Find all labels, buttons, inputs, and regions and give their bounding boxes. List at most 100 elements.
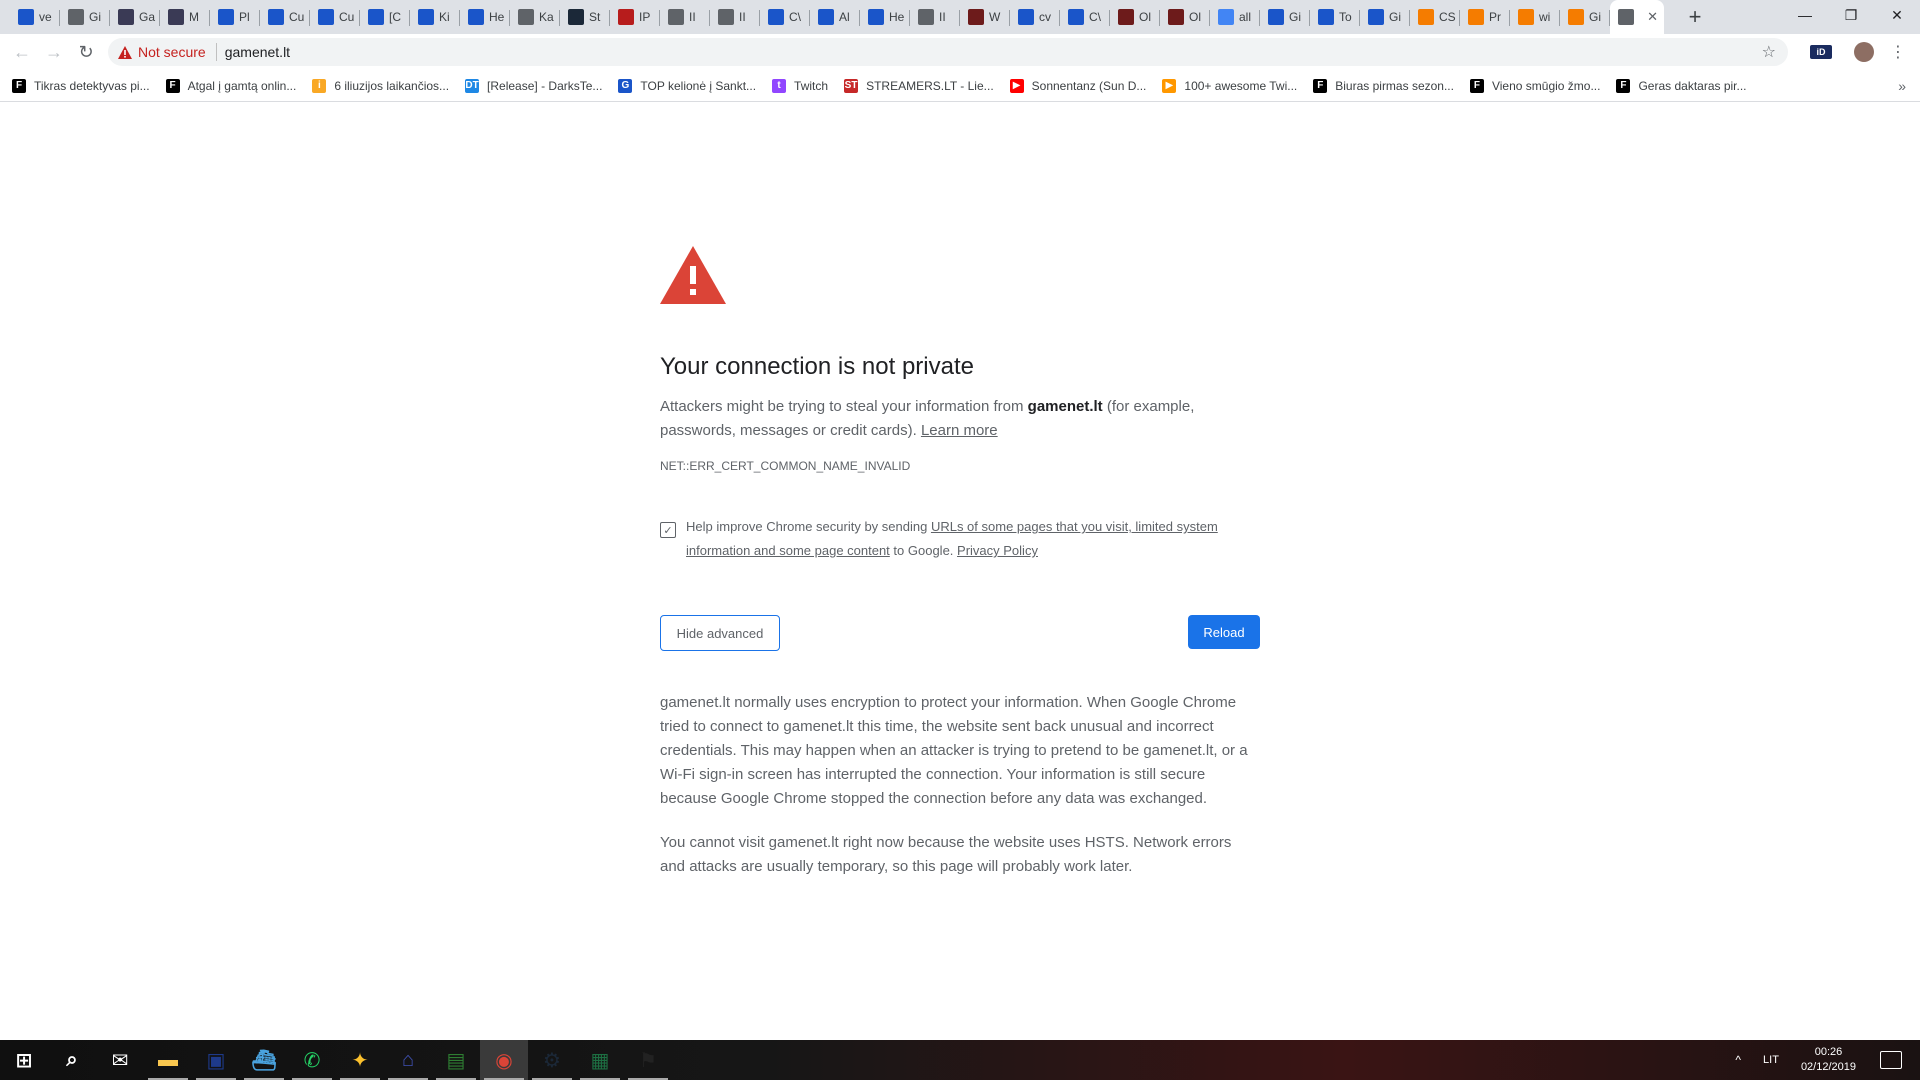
tab-26[interactable]: To (1310, 0, 1360, 34)
notification-center-icon[interactable] (1880, 1051, 1902, 1069)
bookmark-item[interactable]: ▶ Sonnentanz (Sun D... (1009, 78, 1146, 93)
bookmark-item[interactable]: G TOP kelionė į Sankt... (618, 78, 756, 93)
tab-16[interactable]: Al (810, 0, 860, 34)
taskbar-item[interactable]: ⚑ (624, 1040, 672, 1080)
app-yellow-icon: ✦ (351, 1049, 369, 1072)
tab-3[interactable]: M (160, 0, 210, 34)
tab-2[interactable]: Ga (110, 0, 160, 34)
optin-checkbox[interactable]: ✓ (660, 522, 676, 538)
privacy-policy-link[interactable]: Privacy Policy (957, 543, 1038, 558)
bookmark-item[interactable]: F Vieno smūgio žmo... (1469, 78, 1600, 93)
chrome-menu-icon[interactable]: ⋮ (1890, 42, 1906, 62)
tab-label: Pr (1489, 10, 1501, 24)
tab-22[interactable]: Ol (1110, 0, 1160, 34)
taskbar-item[interactable]: ◉ (480, 1040, 528, 1080)
new-tab-button[interactable]: + (1678, 0, 1712, 34)
bookmark-item[interactable]: ▶ 100+ awesome Twi... (1162, 78, 1297, 93)
tab-31[interactable]: Gi (1560, 0, 1610, 34)
bookmark-item[interactable]: F Tikras detektyvas pi... (12, 78, 150, 93)
tab-label: Cu (339, 10, 355, 24)
tab-12[interactable]: IP (610, 0, 660, 34)
clock[interactable]: 00:26 02/12/2019 (1801, 1045, 1856, 1075)
bookmark-blue-icon (368, 9, 384, 25)
bookmark-item[interactable]: ST STREAMERS.LT - Lie... (844, 78, 994, 93)
back-button[interactable]: ← (6, 36, 38, 68)
game-icon (1118, 9, 1134, 25)
close-tab-icon[interactable]: ✕ (1647, 9, 1658, 25)
taskbar-item[interactable]: ⛴ (240, 1040, 288, 1080)
url-text[interactable]: gamenet.lt (225, 44, 290, 60)
restore-button[interactable]: ❐ (1828, 0, 1874, 30)
hide-advanced-button[interactable]: Hide advanced (660, 615, 780, 651)
error-code[interactable]: NET::ERR_CERT_COMMON_NAME_INVALID (660, 459, 1260, 473)
close-window-button[interactable]: ✕ (1874, 0, 1920, 30)
minimize-button[interactable]: — (1782, 0, 1828, 30)
taskbar-item[interactable]: ✆ (288, 1040, 336, 1080)
learn-more-link[interactable]: Learn more (921, 422, 998, 439)
tab-27[interactable]: Gi (1360, 0, 1410, 34)
tab-9[interactable]: He (460, 0, 510, 34)
game-icon (1168, 9, 1184, 25)
tab-21[interactable]: C\ (1060, 0, 1110, 34)
bookmark-item[interactable]: i 6 iliuzijos laikančios... (312, 78, 449, 93)
forward-button[interactable]: → (38, 36, 70, 68)
taskbar-item[interactable]: ⚙ (528, 1040, 576, 1080)
tab-24[interactable]: all (1210, 0, 1260, 34)
taskbar-item[interactable]: ▣ (192, 1040, 240, 1080)
tray-overflow-icon[interactable]: ^ (1735, 1053, 1741, 1067)
tab-32[interactable]: ✕ (1610, 0, 1664, 34)
reload-page-button[interactable]: Reload (1188, 615, 1260, 649)
tab-4[interactable]: Pl (210, 0, 260, 34)
tab-1[interactable]: Gi (60, 0, 110, 34)
tab-28[interactable]: CS (1410, 0, 1460, 34)
bookmarks-overflow-icon[interactable]: » (1898, 78, 1906, 94)
taskbar-item[interactable]: ⌂ (384, 1040, 432, 1080)
bookmark-item[interactable]: t Twitch (772, 78, 828, 93)
app-ship-icon: ⛴ (251, 1049, 277, 1072)
tab-label: Ol (1189, 10, 1201, 24)
profile-avatar[interactable] (1854, 42, 1874, 62)
tab-14[interactable]: II (710, 0, 760, 34)
taskbar-item[interactable]: ▦ (576, 1040, 624, 1080)
tab-11[interactable]: St (560, 0, 610, 34)
search-icon: ⌕ (66, 1048, 78, 1071)
tab-19[interactable]: W (960, 0, 1010, 34)
bookmark-item[interactable]: F Geras daktaras pir... (1616, 78, 1747, 93)
tab-13[interactable]: II (660, 0, 710, 34)
taskbar-item[interactable]: ▬ (144, 1040, 192, 1080)
bookmark-item[interactable]: F Biuras pirmas sezon... (1313, 78, 1454, 93)
bookmark-blue-icon (18, 9, 34, 25)
tab-29[interactable]: Pr (1460, 0, 1510, 34)
bookmark-star-icon[interactable]: ☆ (1762, 42, 1776, 62)
tab-30[interactable]: wi (1510, 0, 1560, 34)
tab-23[interactable]: Ol (1160, 0, 1210, 34)
bookmark-item[interactable]: F Atgal į gamtą onlin... (165, 78, 296, 93)
taskbar-item[interactable]: ✉ (96, 1040, 144, 1080)
taskbar-item[interactable]: ▤ (432, 1040, 480, 1080)
bookmark-label: STREAMERS.LT - Lie... (866, 78, 994, 93)
bookmark-item[interactable]: DT [Release] - DarksTe... (465, 78, 602, 93)
tab-label: St (589, 10, 601, 24)
tab-18[interactable]: II (910, 0, 960, 34)
tab-8[interactable]: Ki (410, 0, 460, 34)
taskbar-item[interactable]: ⌕ (48, 1040, 96, 1080)
address-bar[interactable]: Not secure gamenet.lt ☆ (108, 38, 1788, 66)
tab-7[interactable]: [C (360, 0, 410, 34)
globe-icon (918, 9, 934, 25)
taskbar-item[interactable]: ⊞ (0, 1040, 48, 1080)
f-icon: F (1469, 78, 1484, 93)
tab-25[interactable]: Gi (1260, 0, 1310, 34)
tab-17[interactable]: He (860, 0, 910, 34)
reload-button[interactable]: ↻ (70, 36, 102, 68)
security-warning-icon[interactable] (118, 45, 132, 59)
security-label[interactable]: Not secure (138, 44, 206, 60)
tab-5[interactable]: Cu (260, 0, 310, 34)
extension-id-icon[interactable]: iD (1810, 45, 1832, 59)
tab-15[interactable]: C\ (760, 0, 810, 34)
language-indicator[interactable]: LIT (1763, 1054, 1779, 1066)
tab-6[interactable]: Cu (310, 0, 360, 34)
tab-20[interactable]: cv (1010, 0, 1060, 34)
tab-10[interactable]: Ka (510, 0, 560, 34)
taskbar-item[interactable]: ✦ (336, 1040, 384, 1080)
tab-0[interactable]: ve (10, 0, 60, 34)
